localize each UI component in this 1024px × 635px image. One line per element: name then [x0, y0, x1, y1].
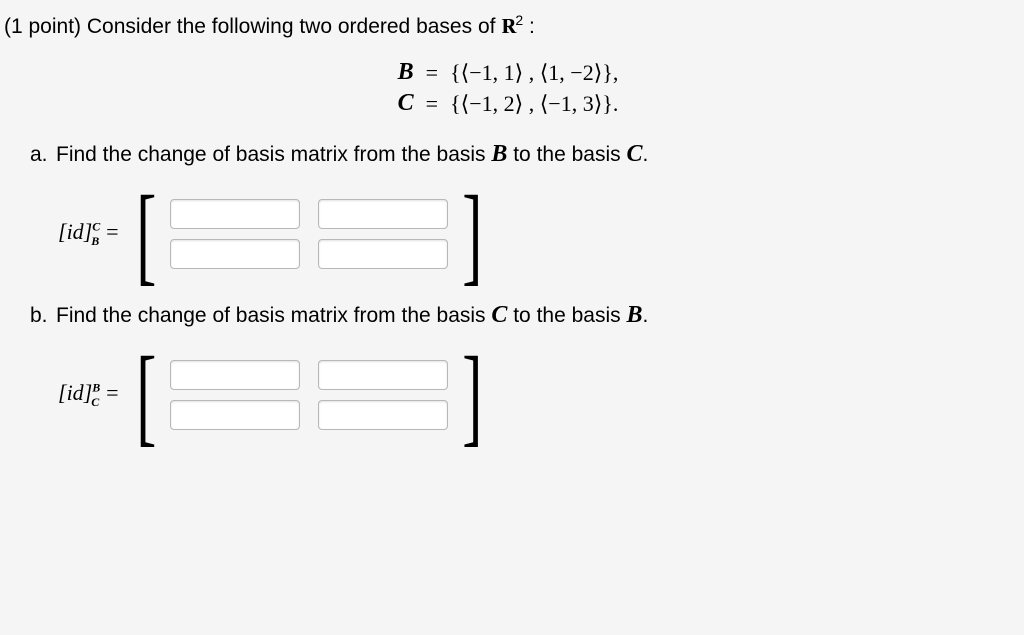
part-a-prompt: a.Find the change of basis matrix from t…: [30, 141, 1012, 168]
intro-colon: :: [523, 15, 535, 38]
part-a: a.Find the change of basis matrix from t…: [30, 141, 1012, 274]
matrix-b-r2c1-input[interactable]: [170, 400, 300, 430]
points-label: (1 point): [4, 15, 81, 38]
part-b-letter: b.: [30, 304, 56, 328]
basis-B-symbol-inline: B: [491, 141, 507, 167]
matrix-a-r2c1-input[interactable]: [170, 239, 300, 269]
part-a-text-before: Find the change of basis matrix from the…: [56, 143, 491, 166]
part-a-mid: to the basis: [507, 143, 626, 166]
basis-B-symbol: B: [398, 59, 414, 85]
basis-C-symbol-inline: C: [491, 302, 507, 328]
matrix-b-r2c2-input[interactable]: [318, 400, 448, 430]
basis-C-set: {⟨−1, 2⟩ , ⟨−1, 3⟩}.: [444, 88, 624, 119]
right-bracket-icon: ]: [463, 194, 483, 274]
part-b-end: .: [642, 304, 648, 327]
matrix-b-cells: [164, 356, 454, 434]
matrix-a-r2c2-input[interactable]: [318, 239, 448, 269]
part-b-id-label: [id]BC =: [58, 380, 120, 409]
part-b-text-before: Find the change of basis matrix from the…: [56, 304, 491, 327]
basis-B-set: {⟨−1, 1⟩ , ⟨1, −2⟩},: [444, 57, 624, 88]
matrix-b-r1c2-input[interactable]: [318, 360, 448, 390]
part-a-id-label: [id]CB =: [58, 219, 120, 248]
matrix-a-r1c2-input[interactable]: [318, 199, 448, 229]
basis-C-symbol-inline: C: [626, 141, 642, 167]
part-a-matrix-row: [id]CB = [ ]: [58, 194, 1012, 274]
part-a-end: .: [642, 143, 648, 166]
basis-B-symbol-inline: B: [626, 302, 642, 328]
part-b-matrix-row: [id]BC = [ ]: [58, 355, 1012, 435]
left-bracket-icon: [: [136, 355, 156, 435]
intro-text: Consider the following two ordered bases…: [87, 15, 501, 38]
left-bracket-icon: [: [136, 194, 156, 274]
part-a-letter: a.: [30, 143, 56, 167]
problem-intro: (1 point) Consider the following two ord…: [4, 12, 1012, 39]
real-symbol: R: [501, 14, 515, 39]
basis-C-symbol: C: [398, 90, 414, 116]
part-b-prompt: b.Find the change of basis matrix from t…: [30, 302, 1012, 329]
matrix-a-r1c1-input[interactable]: [170, 199, 300, 229]
right-bracket-icon: ]: [463, 355, 483, 435]
part-b: b.Find the change of basis matrix from t…: [30, 302, 1012, 435]
part-b-mid: to the basis: [507, 304, 626, 327]
matrix-a-cells: [164, 195, 454, 273]
basis-definitions: B = {⟨−1, 1⟩ , ⟨1, −2⟩}, C = {⟨−1, 2⟩ , …: [4, 57, 1012, 119]
equals-sign: =: [420, 88, 444, 119]
matrix-b-r1c1-input[interactable]: [170, 360, 300, 390]
equals-sign: =: [420, 57, 444, 88]
